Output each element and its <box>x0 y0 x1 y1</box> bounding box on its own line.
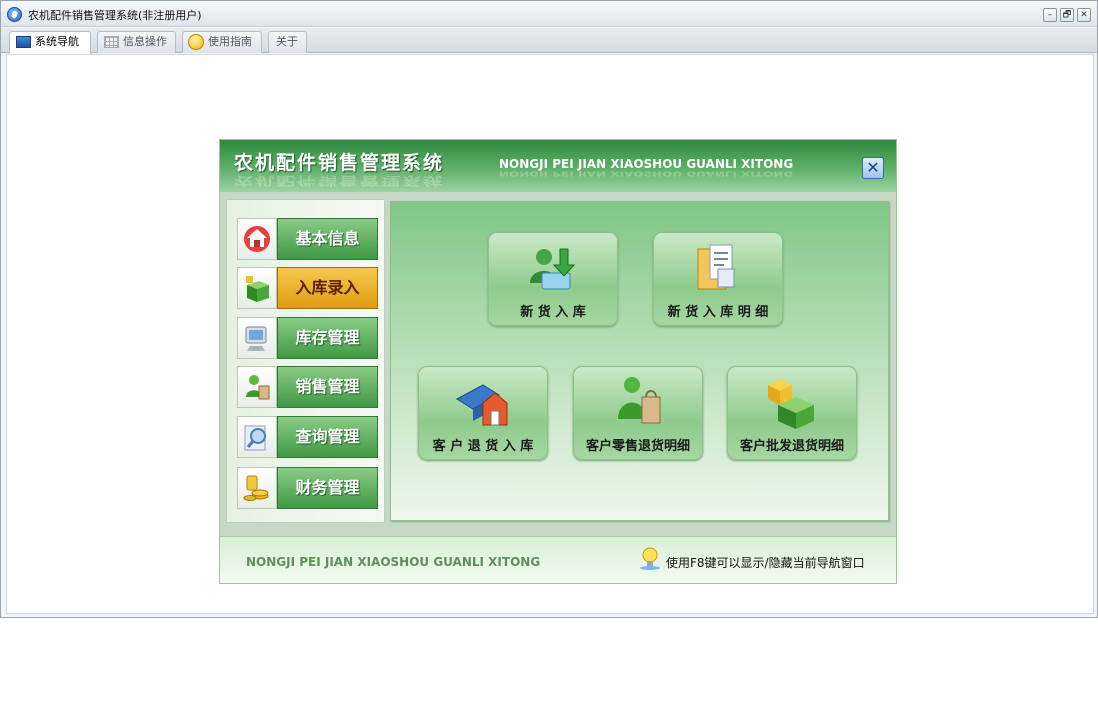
new-stock-entry-button[interactable]: 新 货 入 库 <box>488 232 618 326</box>
new-stock-entry-detail-button[interactable]: 新 货 入 库 明 细 <box>653 232 783 326</box>
tab-system-navigation[interactable]: 系统导航 <box>9 31 91 54</box>
menu-item-query[interactable]: 查询管理 <box>237 416 378 458</box>
app-logo-icon <box>7 7 22 22</box>
help-circle-icon <box>188 34 204 50</box>
tab-label: 系统导航 <box>35 35 79 48</box>
panel-title-reflection: 农机配件销售管理系统 <box>234 174 445 188</box>
tab-user-guide[interactable]: 使用指南 <box>182 31 262 53</box>
users-download-icon <box>530 248 576 290</box>
grid-icon <box>104 36 119 48</box>
function-label: 新 货 入 库 明 细 <box>667 305 769 320</box>
category-menu: 基本信息 入库录入 库存管理 销售管理 查询管理 财务管理 <box>226 199 385 523</box>
magnifier-icon <box>237 416 277 458</box>
monitor-icon <box>237 317 277 359</box>
title-bar: 农机配件销售管理系统(非注册用户) – 🗗 ✕ <box>1 1 1097 27</box>
menu-item-finance[interactable]: 财务管理 <box>237 467 378 509</box>
function-area: 新 货 入 库 新 货 入 库 明 细 客 户 退 货 入 库 客户零售退货明细… <box>390 201 889 521</box>
customer-wholesale-return-detail-button[interactable]: 客户批发退货明细 <box>727 366 857 460</box>
nav-header: 农机配件销售管理系统 农机配件销售管理系统 NONGJI PEI JIAN XI… <box>220 140 896 192</box>
shopper-icon <box>618 377 661 424</box>
green-box-icon <box>237 267 277 309</box>
lightbulb-icon <box>640 547 660 570</box>
panel-subtitle-reflection: NONGJI PEI JIAN XIAOSHOU GUANLI XITONG <box>499 169 794 179</box>
restore-button[interactable]: 🗗 <box>1060 8 1074 22</box>
nav-footer: NONGJI PEI JIAN XIAOSHOU GUANLI XITONG 使… <box>220 536 896 583</box>
house-icon <box>237 218 277 260</box>
function-label: 客户零售退货明细 <box>585 439 690 454</box>
menu-item-stock-entry[interactable]: 入库录入 <box>237 267 378 309</box>
tab-label: 使用指南 <box>208 35 252 48</box>
menu-item-inventory[interactable]: 库存管理 <box>237 317 378 359</box>
tab-about[interactable]: 关于 <box>268 31 307 53</box>
tab-label: 关于 <box>276 35 298 48</box>
menu-label: 基本信息 <box>277 218 378 260</box>
coins-icon <box>237 467 277 509</box>
tab-label: 信息操作 <box>123 35 167 48</box>
window-title: 农机配件销售管理系统(非注册用户) <box>28 9 202 22</box>
menu-item-basic-info[interactable]: 基本信息 <box>237 218 378 260</box>
customer-retail-return-detail-button[interactable]: 客户零售退货明细 <box>573 366 703 460</box>
monitor-icon <box>16 36 31 48</box>
menu-label: 财务管理 <box>277 467 378 509</box>
menu-label: 销售管理 <box>277 366 378 408</box>
cubes-icon <box>768 379 814 429</box>
menu-label: 查询管理 <box>277 416 378 458</box>
tab-info-operations[interactable]: 信息操作 <box>97 31 176 53</box>
sales-person-icon <box>237 366 277 408</box>
function-label: 客 户 退 货 入 库 <box>432 439 534 454</box>
footer-brand-text: NONGJI PEI JIAN XIAOSHOU GUANLI XITONG <box>246 555 541 569</box>
house-book-icon <box>456 384 508 426</box>
minimize-button[interactable]: – <box>1043 8 1057 22</box>
navigation-panel: 农机配件销售管理系统 农机配件销售管理系统 NONGJI PEI JIAN XI… <box>219 139 897 584</box>
panel-title: 农机配件销售管理系统 <box>234 152 445 174</box>
customer-return-entry-button[interactable]: 客 户 退 货 入 库 <box>418 366 548 460</box>
menu-label: 库存管理 <box>277 317 378 359</box>
menu-item-sales[interactable]: 销售管理 <box>237 366 378 408</box>
footer-hint-text: 使用F8键可以显示/隐藏当前导航窗口 <box>666 556 865 570</box>
panel-close-button[interactable]: ✕ <box>862 157 884 179</box>
folder-document-icon <box>697 244 735 290</box>
menu-label: 入库录入 <box>277 267 378 309</box>
function-label: 新 货 入 库 <box>520 305 586 320</box>
tab-bar: 系统导航 信息操作 使用指南 关于 <box>1 28 1097 54</box>
function-label: 客户批发退货明细 <box>739 439 844 454</box>
window-close-button[interactable]: ✕ <box>1077 8 1091 22</box>
